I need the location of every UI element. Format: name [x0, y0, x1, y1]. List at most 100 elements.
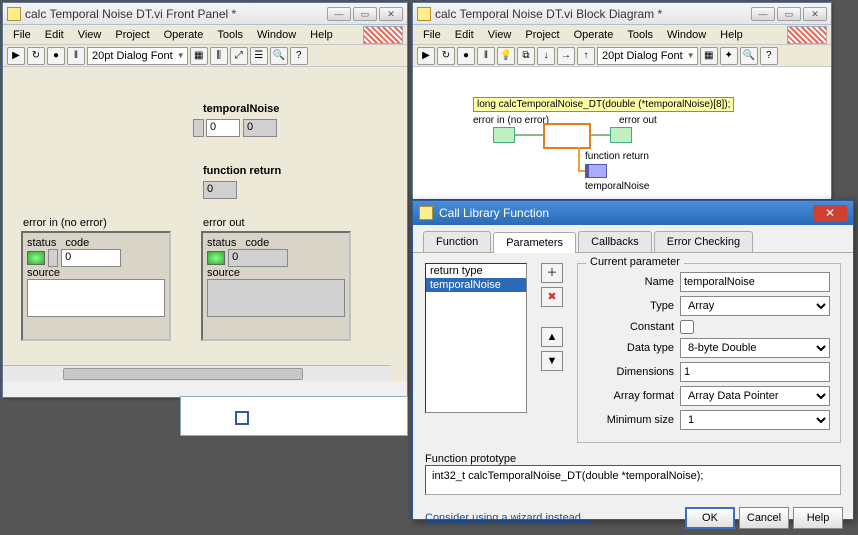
reorder-button[interactable]: ☰	[250, 47, 268, 65]
error-out-terminal[interactable]	[610, 127, 632, 143]
background-node-icon	[235, 411, 249, 425]
menu-help[interactable]: Help	[304, 27, 339, 43]
function-prototype-section: Function prototype int32_t calcTemporalN…	[425, 453, 841, 495]
error-wire-out[interactable]	[591, 134, 610, 136]
font-select[interactable]: 20pt Dialog Font	[597, 47, 698, 65]
error-in-status-led[interactable]	[27, 251, 45, 265]
function-return-terminal[interactable]	[585, 164, 607, 178]
restore-button[interactable]: ▭	[777, 7, 801, 21]
menu-operate[interactable]: Operate	[158, 27, 210, 43]
return-wire[interactable]	[578, 147, 580, 170]
return-wire-h[interactable]	[578, 170, 585, 172]
abort-button[interactable]: ●	[47, 47, 65, 65]
help-button[interactable]: ?	[290, 47, 308, 65]
minimize-button[interactable]: —	[327, 7, 351, 21]
run-cont-button[interactable]: ↻	[437, 47, 455, 65]
array-format-select[interactable]: Array Data Pointer	[680, 386, 830, 406]
minimize-button[interactable]: —	[751, 7, 775, 21]
menu-file[interactable]: File	[7, 27, 37, 43]
add-param-button[interactable]: ＋	[541, 263, 563, 283]
min-size-select[interactable]: 1	[680, 410, 830, 430]
menu-tools[interactable]: Tools	[621, 27, 659, 43]
font-select[interactable]: 20pt Dialog Font	[87, 47, 188, 65]
code-spinner[interactable]	[48, 249, 58, 267]
error-in-code-field[interactable]: 0	[61, 249, 121, 267]
menu-project[interactable]: Project	[519, 27, 565, 43]
name-input[interactable]	[680, 272, 830, 292]
menu-operate[interactable]: Operate	[568, 27, 620, 43]
help-button[interactable]: ?	[760, 47, 778, 65]
clean-button[interactable]: ✦	[720, 47, 738, 65]
front-panel-titlebar[interactable]: calc Temporal Noise DT.vi Front Panel * …	[3, 3, 407, 25]
run-button[interactable]: ▶	[7, 47, 25, 65]
move-up-button[interactable]: ▲	[541, 327, 563, 347]
parameter-list[interactable]: return type temporalNoise	[425, 263, 527, 413]
restore-button[interactable]: ▭	[353, 7, 377, 21]
menu-view[interactable]: View	[72, 27, 108, 43]
close-button[interactable]: ✕	[803, 7, 827, 21]
close-button[interactable]: ✕	[379, 7, 403, 21]
block-diagram-titlebar[interactable]: calc Temporal Noise DT.vi Block Diagram …	[413, 3, 831, 25]
dialog-title: Call Library Function	[439, 206, 549, 220]
menu-file[interactable]: File	[417, 27, 447, 43]
menu-window[interactable]: Window	[661, 27, 712, 43]
highlight-button[interactable]: 💡	[497, 47, 515, 65]
menu-project[interactable]: Project	[109, 27, 155, 43]
help-button[interactable]: Help	[793, 507, 843, 529]
error-out-label: error out	[203, 217, 245, 229]
move-down-button[interactable]: ▼	[541, 351, 563, 371]
status-label-out: status	[207, 237, 236, 249]
abort-button[interactable]: ●	[457, 47, 475, 65]
dialog-close-button[interactable]: ✕	[813, 205, 847, 221]
menu-window[interactable]: Window	[251, 27, 302, 43]
tab-function[interactable]: Function	[423, 231, 491, 252]
error-in-cluster[interactable]: status code 0 source	[21, 231, 171, 341]
horizontal-scrollbar[interactable]	[3, 365, 391, 381]
run-button[interactable]: ▶	[417, 47, 435, 65]
menu-edit[interactable]: Edit	[39, 27, 70, 43]
block-diagram-canvas[interactable]: long calcTemporalNoise_DT(double (*tempo…	[413, 67, 831, 199]
wizard-link[interactable]: Consider using a wizard instead...	[425, 512, 590, 524]
delete-param-button[interactable]: ✖	[541, 287, 563, 307]
constant-checkbox[interactable]	[680, 320, 694, 334]
retain-wire-button[interactable]: ⧉	[517, 47, 535, 65]
dimensions-input[interactable]	[680, 362, 830, 382]
data-type-select[interactable]: 8-byte Double	[680, 338, 830, 358]
step-out-button[interactable]: ↑	[577, 47, 595, 65]
param-return-type[interactable]: return type	[426, 264, 526, 278]
error-in-source-field[interactable]	[27, 279, 165, 317]
menu-view[interactable]: View	[482, 27, 518, 43]
temporal-noise-index-value[interactable]: 0	[206, 119, 240, 137]
vi-icon[interactable]	[363, 26, 403, 44]
tab-callbacks[interactable]: Callbacks	[578, 231, 652, 252]
ok-button[interactable]: OK	[685, 507, 735, 529]
run-cont-button[interactable]: ↻	[27, 47, 45, 65]
vi-icon[interactable]	[787, 26, 827, 44]
pause-button[interactable]: ‖	[477, 47, 495, 65]
tab-parameters[interactable]: Parameters	[493, 232, 576, 253]
step-into-button[interactable]: ↓	[537, 47, 555, 65]
spinner-icon[interactable]	[193, 119, 204, 137]
pause-button[interactable]: ‖	[67, 47, 85, 65]
error-in-terminal[interactable]	[493, 127, 515, 143]
type-select[interactable]: Array	[680, 296, 830, 316]
distribute-button[interactable]: ⫼	[210, 47, 228, 65]
dialog-titlebar[interactable]: Call Library Function ✕	[413, 201, 853, 225]
align-button[interactable]: ▦	[190, 47, 208, 65]
resize-button[interactable]: ⤢	[230, 47, 248, 65]
step-over-button[interactable]: →	[557, 47, 575, 65]
param-temporal-noise[interactable]: temporalNoise	[426, 278, 526, 292]
cancel-button[interactable]: Cancel	[739, 507, 789, 529]
temporal-noise-index[interactable]: 0	[193, 119, 240, 137]
search-button[interactable]: 🔍	[740, 47, 758, 65]
menu-edit[interactable]: Edit	[449, 27, 480, 43]
error-wire-in[interactable]	[515, 134, 543, 136]
tab-error-checking[interactable]: Error Checking	[654, 231, 753, 252]
block-diagram-title: calc Temporal Noise DT.vi Block Diagram …	[435, 7, 751, 21]
search-button[interactable]: 🔍	[270, 47, 288, 65]
align-button[interactable]: ▦	[700, 47, 718, 65]
front-panel-canvas[interactable]: temporalNoise 0 0 function return 0 erro…	[3, 67, 407, 381]
menu-tools[interactable]: Tools	[211, 27, 249, 43]
menu-help[interactable]: Help	[714, 27, 749, 43]
call-library-node[interactable]	[543, 123, 591, 149]
